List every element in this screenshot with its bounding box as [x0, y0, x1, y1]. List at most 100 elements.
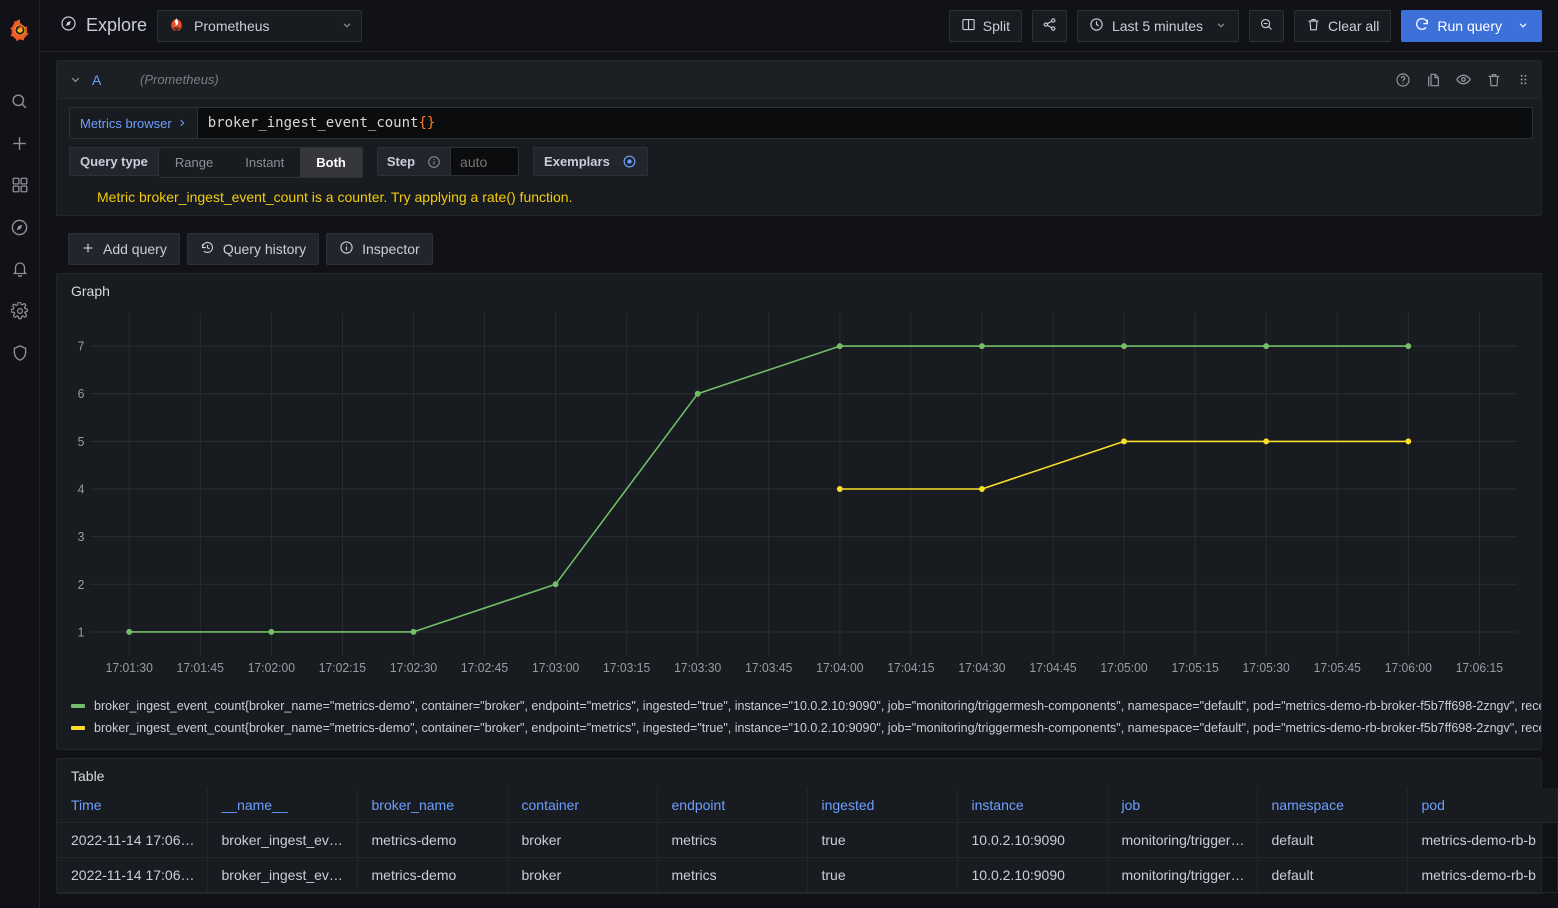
query-options-row: Query type Range Instant Both Step auto …: [69, 147, 1533, 178]
run-query-button[interactable]: Run query: [1401, 9, 1542, 42]
table-cell: true: [807, 857, 958, 893]
chevron-down-icon: [1215, 18, 1227, 34]
series-point-1: [1405, 438, 1412, 445]
duplicate-query-icon[interactable]: [1425, 72, 1441, 88]
table-cell: broker_ingest_event…: [207, 857, 358, 893]
table-column-header[interactable]: broker_name: [357, 788, 508, 823]
chevron-right-icon: [177, 116, 187, 131]
query-type-both[interactable]: Both: [300, 148, 362, 177]
series-point-0: [1263, 343, 1270, 350]
table-column-header[interactable]: container: [507, 788, 658, 823]
graph-plot-area[interactable]: 1 2 3 4 5 6 7 17:01:30 17:01:45 17:02:00 17:02:15 1…: [57, 303, 1541, 691]
query-expression-braces: {}: [418, 115, 436, 131]
history-icon: [200, 240, 215, 258]
collapse-query-icon[interactable]: [69, 73, 82, 86]
query-history-button[interactable]: Query history: [186, 233, 320, 265]
step-group: Step: [376, 147, 520, 178]
sidebar-item-alerting[interactable]: [0, 248, 40, 290]
split-button[interactable]: Split: [948, 9, 1022, 42]
remove-query-icon[interactable]: [1486, 72, 1502, 88]
explore-toolbar: Explore Prometheus Split Last 5 minutes …: [40, 0, 1558, 52]
drag-query-handle-icon[interactable]: [1516, 72, 1531, 87]
time-range-picker[interactable]: Last 5 minutes: [1076, 9, 1240, 42]
query-expression-input[interactable]: broker_ingest_event_count{}: [196, 107, 1533, 139]
plus-icon: [81, 241, 95, 258]
query-type-instant[interactable]: Instant: [229, 148, 301, 177]
sidebar-item-search[interactable]: [0, 80, 40, 122]
split-button-label: Split: [982, 17, 1010, 34]
sidebar-item-explore[interactable]: [0, 206, 40, 248]
query-type-label: Query type: [69, 147, 159, 176]
zoom-out-button[interactable]: [1249, 9, 1285, 42]
x-axis-tick-label: 17:04:15: [887, 661, 934, 675]
datasource-picker[interactable]: Prometheus: [157, 9, 363, 42]
table-cell: broker_ingest_event…: [207, 822, 358, 858]
table-cell: metrics-demo-rb-b: [1407, 857, 1558, 893]
table-header-row: Time __name__ broker_name container endpoint…: [57, 788, 1558, 823]
add-query-label: Add query: [103, 241, 167, 257]
sidebar-item-dashboards[interactable]: [0, 164, 40, 206]
zoom-out-icon: [1259, 17, 1274, 35]
sidebar-item-server-admin[interactable]: [0, 332, 40, 374]
query-help-icon[interactable]: [1395, 72, 1411, 88]
query-ref-id[interactable]: A: [92, 72, 114, 88]
metrics-browser-button[interactable]: Metrics browser: [69, 107, 197, 139]
x-axis-tick-label: 17:04:30: [958, 661, 1005, 675]
step-input[interactable]: [451, 147, 520, 176]
graph-panel-title: Graph: [71, 283, 110, 299]
refresh-icon: [1414, 16, 1430, 35]
table-column-header[interactable]: namespace: [1257, 788, 1408, 823]
series-point-1: [979, 486, 985, 492]
graph-canvas[interactable]: 1 2 3 4 5 6 7 17:01:30 17:01:45 17:02:00 17:02:15 1…: [63, 303, 1527, 691]
table-cell: 2022-11-14 17:06:1…: [57, 822, 208, 858]
legend-series-label: broker_ingest_event_count{broker_name="m…: [94, 699, 1541, 713]
query-datasource-note: (Prometheus): [140, 72, 219, 87]
legend-item[interactable]: broker_ingest_event_count{broker_name="m…: [71, 717, 1541, 739]
table-column-header[interactable]: __name__: [207, 788, 358, 823]
series-point-0: [268, 628, 275, 635]
left-navigation-sidebar: [0, 0, 40, 908]
table-column-header[interactable]: ingested: [807, 788, 958, 823]
add-query-button[interactable]: Add query: [68, 233, 180, 265]
clear-all-button[interactable]: Clear all: [1294, 9, 1392, 42]
inspector-button[interactable]: Inspector: [326, 233, 433, 265]
split-pane-icon: [961, 17, 976, 35]
sidebar-item-configuration[interactable]: [0, 290, 40, 332]
table-row: 2022-11-14 17:06:1… broker_ingest_event… m…: [57, 822, 1558, 858]
query-hint-message: Metric broker_ingest_event_count is a co…: [97, 189, 573, 205]
sidebar-item-create[interactable]: [0, 122, 40, 164]
series-point-1: [1263, 438, 1270, 445]
table-cell: default: [1257, 857, 1408, 893]
x-axis-tick-label: 17:04:00: [816, 661, 863, 675]
series-point-0: [836, 343, 843, 350]
exemplars-label: Exemplars: [544, 154, 610, 169]
series-point-0: [694, 390, 701, 397]
step-info-icon[interactable]: [427, 155, 441, 169]
table-cell: metrics-demo: [357, 822, 508, 858]
query-type-range[interactable]: Range: [158, 148, 230, 177]
table-column-header[interactable]: job: [1107, 788, 1258, 823]
explore-content: A (Prometheus) Metrics browser broker_in…: [40, 52, 1558, 908]
inspector-label: Inspector: [362, 241, 420, 257]
table-panel-title: Table: [71, 768, 105, 784]
share-button[interactable]: [1031, 9, 1067, 42]
table-column-header[interactable]: endpoint: [657, 788, 808, 823]
y-axis-tick-label: 7: [78, 339, 85, 353]
legend-color-swatch: [71, 726, 85, 730]
query-action-buttons: Add query Query history Inspector: [56, 224, 1542, 265]
legend-item[interactable]: broker_ingest_event_count{broker_name="m…: [71, 695, 1541, 717]
query-row-header: A (Prometheus): [57, 61, 1541, 99]
exemplars-toggle-icon[interactable]: [622, 154, 637, 169]
x-axis-tick-label: 17:02:45: [461, 661, 508, 675]
query-history-label: Query history: [222, 241, 307, 257]
table-column-header[interactable]: instance: [957, 788, 1108, 823]
toggle-query-visibility-icon[interactable]: [1455, 71, 1472, 88]
table-column-header[interactable]: pod: [1407, 788, 1558, 823]
table-column-header[interactable]: Time: [57, 788, 208, 823]
step-label-text: Step: [386, 154, 416, 169]
series-point-0: [552, 581, 559, 588]
grafana-logo-icon[interactable]: [0, 8, 40, 52]
query-expression-text: broker_ingest_event_count: [207, 115, 419, 131]
legend-color-swatch: [71, 704, 85, 708]
time-range-label: Last 5 minutes: [1111, 17, 1204, 34]
